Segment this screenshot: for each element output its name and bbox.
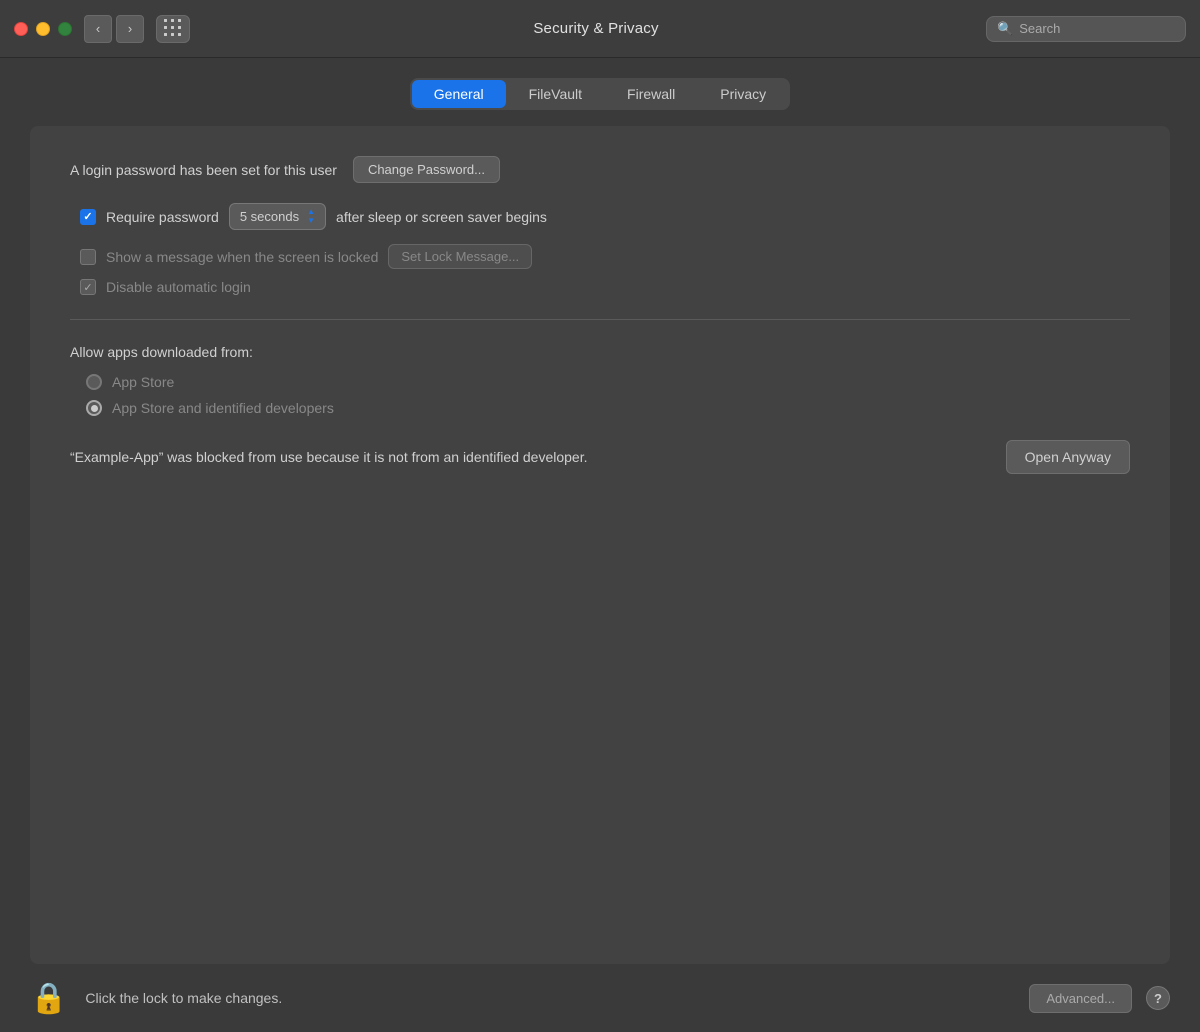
advanced-button[interactable]: Advanced... bbox=[1029, 984, 1132, 1013]
open-anyway-button[interactable]: Open Anyway bbox=[1006, 440, 1130, 474]
main-area: General FileVault Firewall Privacy A log… bbox=[0, 58, 1200, 964]
password-section: A login password has been set for this u… bbox=[70, 156, 1130, 183]
radio-app-store-row: App Store bbox=[70, 374, 1130, 390]
lock-message-row: Show a message when the screen is locked… bbox=[70, 244, 1130, 269]
traffic-lights bbox=[14, 22, 72, 36]
close-button[interactable] bbox=[14, 22, 28, 36]
radio-app-store[interactable] bbox=[86, 374, 102, 390]
lock-icon[interactable]: 🔒 bbox=[30, 981, 67, 1016]
content-panel: A login password has been set for this u… bbox=[30, 126, 1170, 964]
footer-lock-text: Click the lock to make changes. bbox=[85, 990, 1015, 1006]
help-button[interactable]: ? bbox=[1146, 986, 1170, 1010]
search-icon: 🔍 bbox=[997, 21, 1013, 37]
grid-icon bbox=[164, 19, 183, 38]
tab-general[interactable]: General bbox=[412, 80, 506, 108]
set-lock-message-button[interactable]: Set Lock Message... bbox=[388, 244, 532, 269]
radio-app-store-label: App Store bbox=[112, 374, 174, 390]
nav-buttons: ‹ › bbox=[84, 15, 144, 43]
search-input[interactable] bbox=[1019, 21, 1175, 36]
tab-privacy[interactable]: Privacy bbox=[698, 80, 788, 108]
password-label: A login password has been set for this u… bbox=[70, 162, 337, 178]
minimize-button[interactable] bbox=[36, 22, 50, 36]
require-password-label: Require password bbox=[106, 209, 219, 225]
password-timer-dropdown[interactable]: 5 seconds ▲ ▼ bbox=[229, 203, 326, 230]
search-box[interactable]: 🔍 bbox=[986, 16, 1186, 42]
require-password-row: Require password 5 seconds ▲ ▼ after sle… bbox=[70, 203, 1130, 230]
allow-apps-label: Allow apps downloaded from: bbox=[70, 344, 1130, 360]
radio-app-store-identified-label: App Store and identified developers bbox=[112, 400, 334, 416]
show-lock-message-checkbox[interactable] bbox=[80, 249, 96, 265]
back-button[interactable]: ‹ bbox=[84, 15, 112, 43]
dropdown-value: 5 seconds bbox=[240, 209, 299, 224]
disable-auto-login-row: Disable automatic login bbox=[70, 279, 1130, 295]
tabs-container: General FileVault Firewall Privacy bbox=[410, 78, 790, 110]
maximize-button[interactable] bbox=[58, 22, 72, 36]
titlebar: ‹ › Security & Privacy 🔍 bbox=[0, 0, 1200, 58]
radio-app-store-identified[interactable] bbox=[86, 400, 102, 416]
disable-auto-login-checkbox[interactable] bbox=[80, 279, 96, 295]
tab-filevault[interactable]: FileVault bbox=[507, 80, 604, 108]
require-password-checkbox[interactable] bbox=[80, 209, 96, 225]
show-lock-message-label: Show a message when the screen is locked bbox=[106, 249, 378, 265]
after-sleep-label: after sleep or screen saver begins bbox=[336, 209, 547, 225]
blocked-message-row: “Example-App” was blocked from use becau… bbox=[70, 440, 1130, 474]
window-title: Security & Privacy bbox=[206, 20, 986, 37]
footer: 🔒 Click the lock to make changes. Advanc… bbox=[0, 964, 1200, 1032]
forward-button[interactable]: › bbox=[116, 15, 144, 43]
tabs-row: General FileVault Firewall Privacy bbox=[30, 78, 1170, 110]
tab-firewall[interactable]: Firewall bbox=[605, 80, 697, 108]
blocked-message-text: “Example-App” was blocked from use becau… bbox=[70, 447, 986, 468]
radio-app-store-identified-row: App Store and identified developers bbox=[70, 400, 1130, 416]
change-password-button[interactable]: Change Password... bbox=[353, 156, 500, 183]
dropdown-arrow-icon: ▲ ▼ bbox=[307, 208, 315, 225]
section-divider bbox=[70, 319, 1130, 320]
grid-view-button[interactable] bbox=[156, 15, 190, 43]
disable-auto-login-label: Disable automatic login bbox=[106, 279, 251, 295]
